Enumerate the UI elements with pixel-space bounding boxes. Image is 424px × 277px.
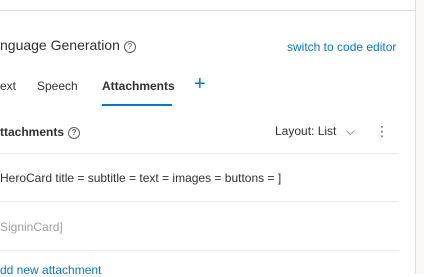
more-options-icon[interactable]: ⋮ xyxy=(375,122,389,140)
layout-dropdown-label: Layout: List xyxy=(275,124,337,138)
tab-text[interactable]: ext xyxy=(0,79,16,93)
section-title-text: nguage Generation xyxy=(0,37,120,53)
right-panel-edge xyxy=(415,0,424,274)
attachments-heading-text: ttachments xyxy=(0,125,65,139)
add-new-attachment-link[interactable]: dd new attachment xyxy=(0,263,101,277)
chevron-down-icon: ⌵ xyxy=(345,124,355,138)
divider xyxy=(0,201,398,202)
attachment-item[interactable]: HeroCard title = subtitle = text = image… xyxy=(0,171,281,185)
switch-to-code-editor-link[interactable]: switch to code editor xyxy=(287,40,396,54)
tab-attachments[interactable]: Attachments xyxy=(102,79,175,93)
help-icon[interactable]: ? xyxy=(123,41,136,53)
attachments-heading: ttachments? xyxy=(0,125,81,139)
divider xyxy=(0,153,398,154)
section-title: nguage Generation? xyxy=(0,37,136,53)
top-bar xyxy=(0,0,416,11)
add-tab-icon[interactable]: + xyxy=(194,74,212,96)
layout-dropdown[interactable]: Layout: List ⌵ xyxy=(275,124,355,139)
active-tab-indicator xyxy=(102,104,172,106)
tab-speech[interactable]: Speech xyxy=(37,79,78,93)
attachments-help-icon[interactable]: ? xyxy=(68,127,81,139)
divider xyxy=(0,250,398,251)
attachment-item[interactable]: SigninCard] xyxy=(0,220,63,234)
